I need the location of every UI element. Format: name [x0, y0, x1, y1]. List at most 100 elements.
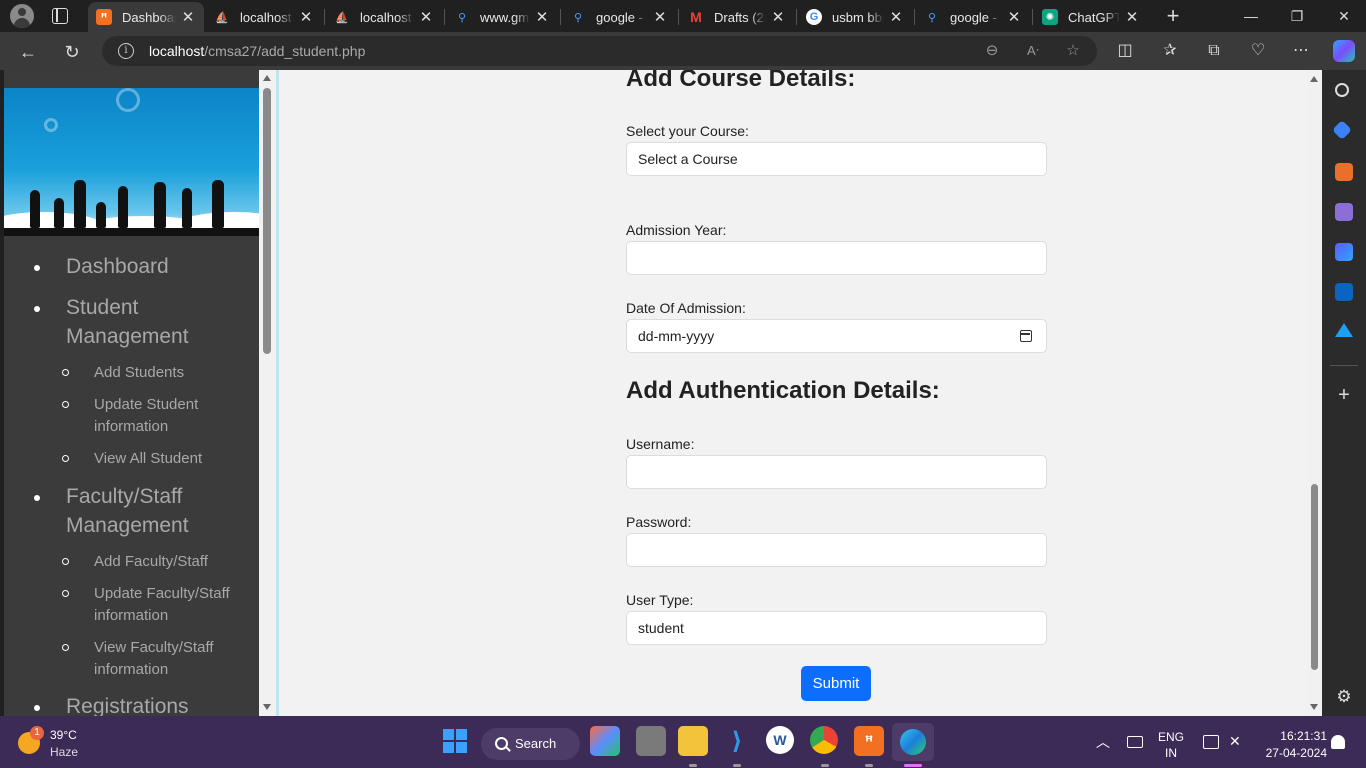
microsoft-365-icon[interactable]: [1335, 243, 1353, 261]
tab-gmail-drafts[interactable]: M Drafts (23) ✕: [680, 2, 794, 32]
copilot-icon[interactable]: [1333, 40, 1355, 62]
close-tab-icon[interactable]: ✕: [770, 8, 786, 26]
submit-button[interactable]: Submit: [801, 666, 871, 701]
gmail-icon: M: [690, 9, 702, 25]
calendar-icon[interactable]: [1020, 330, 1032, 342]
send-icon[interactable]: [1335, 323, 1353, 337]
admission-date-input[interactable]: dd-mm-yyyy: [626, 319, 1047, 353]
tab-separator: [678, 9, 679, 25]
clock-date: 27-04-2024: [1265, 746, 1327, 760]
sidebar-item-student-management[interactable]: Student Management: [66, 293, 216, 351]
task-view-icon[interactable]: [636, 726, 666, 756]
tab-google-search-1[interactable]: ⚲ google - Search ✕: [562, 2, 676, 32]
scroll-up-arrow-icon[interactable]: [263, 75, 271, 81]
minimize-icon[interactable]: —: [1241, 6, 1261, 26]
page-scroll-thumb[interactable]: [1311, 484, 1318, 670]
sidebar-banner-image: [4, 88, 259, 236]
zoom-out-icon[interactable]: ⊖: [983, 42, 1001, 60]
close-tab-icon[interactable]: ✕: [298, 8, 314, 26]
sidebar-item-update-student[interactable]: Update Student information: [94, 394, 224, 438]
split-screen-icon[interactable]: ◫: [1115, 41, 1135, 61]
menu-bullet: [34, 306, 40, 312]
close-window-icon[interactable]: ✕: [1334, 6, 1354, 26]
favorite-star-icon[interactable]: ☆: [1064, 42, 1082, 60]
restore-icon[interactable]: ❐: [1287, 6, 1307, 26]
tab-chatgpt[interactable]: ✺ ChatGPT ✕: [1034, 2, 1148, 32]
page-scrollbar[interactable]: [1307, 70, 1322, 716]
copilot-app-icon[interactable]: [590, 726, 620, 756]
admission-year-input[interactable]: [626, 241, 1047, 275]
add-icon[interactable]: +: [1335, 385, 1353, 405]
network-icon[interactable]: [1203, 735, 1219, 749]
close-tab-icon[interactable]: ✕: [1006, 8, 1022, 26]
scroll-down-arrow-icon[interactable]: [263, 704, 271, 710]
sidebar-item-view-faculty[interactable]: View Faculty/Staff information: [94, 637, 239, 681]
menu-bullet: [34, 265, 40, 271]
scroll-up-arrow-icon[interactable]: [1310, 76, 1318, 82]
search-icon[interactable]: [1335, 83, 1349, 97]
file-explorer-icon[interactable]: [678, 726, 708, 756]
word-app-icon[interactable]: W: [766, 726, 794, 754]
tools-icon[interactable]: [1335, 163, 1353, 181]
new-tab-button[interactable]: +: [1162, 5, 1184, 27]
tab-gmail-search[interactable]: ⚲ www.gmail.com ✕: [446, 2, 558, 32]
username-input[interactable]: [626, 455, 1047, 489]
sidebar-scroll-thumb[interactable]: [263, 88, 271, 354]
tab-actions-icon[interactable]: [52, 8, 68, 24]
submenu-bullet: [62, 455, 69, 462]
phpmyadmin-icon: ⛵: [215, 11, 229, 24]
chrome-icon[interactable]: [810, 726, 838, 754]
sidebar-item-add-faculty[interactable]: Add Faculty/Staff: [94, 551, 208, 573]
close-tab-icon[interactable]: ✕: [180, 8, 196, 26]
show-hidden-icons-chevron-icon[interactable]: ︿: [1096, 732, 1110, 752]
favorites-icon[interactable]: ✰: [1160, 41, 1180, 61]
edge-app-icon[interactable]: [892, 723, 934, 761]
scroll-down-arrow-icon[interactable]: [1310, 704, 1318, 710]
weather-widget[interactable]: 1 39°C Haze: [16, 726, 96, 760]
keyboard-icon[interactable]: [1127, 736, 1143, 748]
outlook-icon[interactable]: [1335, 283, 1353, 301]
tab-title: usbm bbsr: [832, 9, 884, 25]
xampp-app-icon[interactable]: ꟸ: [854, 726, 884, 756]
browser-essentials-icon[interactable]: ♡: [1248, 41, 1268, 61]
close-tab-icon[interactable]: ✕: [888, 8, 904, 26]
vscode-icon[interactable]: ⟩: [722, 726, 752, 756]
sidebar-item-add-students[interactable]: Add Students: [94, 362, 184, 384]
tab-localhost-2[interactable]: ⛵ localhost / localhost ✕: [326, 2, 442, 32]
tab-localhost-1[interactable]: ⛵ localhost / localhost ✕: [206, 2, 322, 32]
refresh-icon[interactable]: ↻: [61, 41, 83, 63]
tab-google-search-2[interactable]: ⚲ google - Search ✕: [916, 2, 1030, 32]
sidebar-item-dashboard[interactable]: Dashboard: [66, 252, 169, 281]
notification-bell-icon[interactable]: [1331, 735, 1345, 749]
password-input[interactable]: [626, 533, 1047, 567]
shopping-tag-icon[interactable]: [1332, 120, 1352, 140]
sidebar-item-registrations[interactable]: Registrations: [66, 692, 189, 716]
site-info-icon[interactable]: i: [118, 43, 134, 59]
profile-avatar-icon[interactable]: [10, 4, 34, 28]
usertype-input[interactable]: student: [626, 611, 1047, 645]
url-text[interactable]: localhost/cmsa27/add_student.php: [149, 43, 365, 59]
course-select[interactable]: Select a Course: [626, 142, 1047, 176]
clock[interactable]: 16:21:31 27-04-2024: [1257, 728, 1327, 762]
close-tab-icon[interactable]: ✕: [418, 8, 434, 26]
sidebar-item-update-faculty[interactable]: Update Faculty/Staff information: [94, 583, 239, 627]
tab-dashboard[interactable]: ꟸ Dashboard ✕: [88, 2, 204, 32]
collections-icon[interactable]: ⧉: [1204, 41, 1224, 61]
read-aloud-icon[interactable]: Aᐧ: [1024, 42, 1042, 60]
settings-gear-icon[interactable]: ⚙: [1335, 688, 1353, 706]
volume-muted-icon[interactable]: ✕: [1229, 733, 1241, 750]
sidebar-item-view-all-student[interactable]: View All Student: [94, 448, 202, 470]
sidebar-item-faculty-management[interactable]: Faculty/Staff Management: [66, 482, 216, 540]
close-tab-icon[interactable]: ✕: [1124, 8, 1140, 26]
taskbar-search[interactable]: Search: [481, 728, 580, 760]
back-icon[interactable]: ←: [17, 41, 39, 63]
sidebar-scrollbar[interactable]: [259, 70, 276, 716]
language-indicator[interactable]: ENG IN: [1158, 729, 1184, 761]
close-tab-icon[interactable]: ✕: [534, 8, 550, 26]
tab-usbm-search[interactable]: G usbm bbsr ✕: [798, 2, 912, 32]
address-bar[interactable]: i localhost/cmsa27/add_student.php ⊖ Aᐧ …: [102, 36, 1097, 66]
games-icon[interactable]: [1335, 203, 1353, 221]
more-options-icon[interactable]: ⋯: [1291, 41, 1311, 61]
close-tab-icon[interactable]: ✕: [652, 8, 668, 26]
start-windows-icon[interactable]: [440, 726, 470, 756]
